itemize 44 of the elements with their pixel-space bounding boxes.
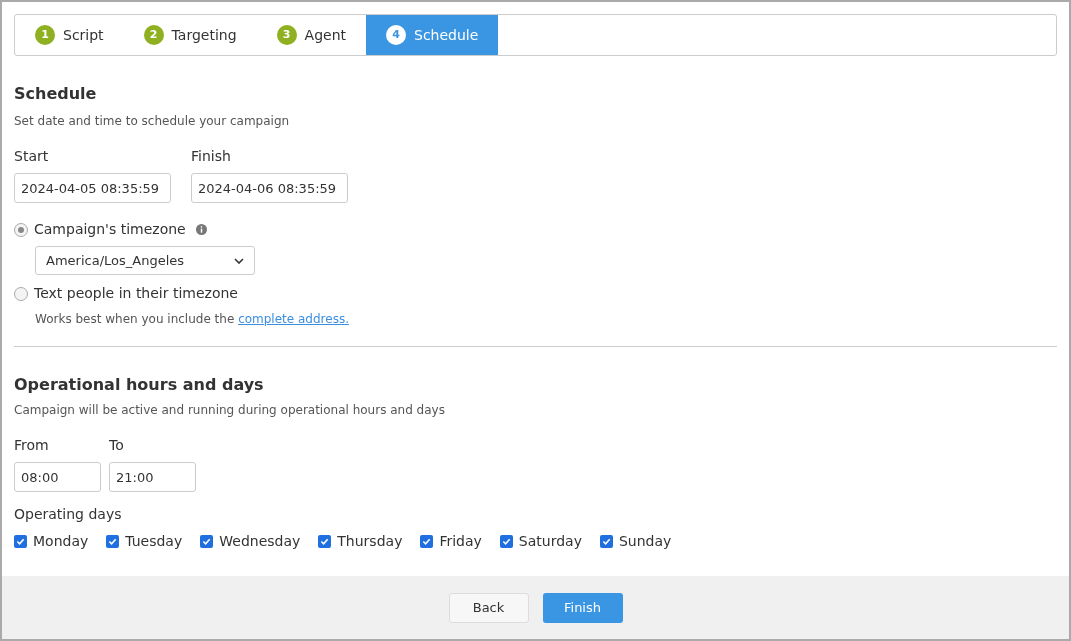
checkbox[interactable] xyxy=(318,535,332,548)
checkbox[interactable] xyxy=(599,535,613,548)
checkbox[interactable] xyxy=(200,535,214,548)
field-label: To xyxy=(109,436,125,455)
checkbox[interactable] xyxy=(420,535,434,548)
checkbox-label: Monday xyxy=(33,532,89,551)
checkbox-label: Sunday xyxy=(618,532,672,551)
step-number-badge: 1 xyxy=(35,25,55,45)
step-number-badge: 2 xyxy=(143,25,164,45)
input-field[interactable]: 21:00 xyxy=(109,462,196,492)
input-field[interactable]: 2024-04-05 08:35:59 xyxy=(14,173,171,203)
step-tab[interactable]: 2 Targeting xyxy=(123,15,257,55)
input-field[interactable]: 2024-04-06 08:35:59 xyxy=(191,173,348,203)
checkbox[interactable] xyxy=(106,535,120,548)
section-subtitle: Campaign will be active and running during operational hours and days xyxy=(14,402,446,419)
checkbox-label: Thursday xyxy=(337,532,403,551)
radio-label: Text people in their timezone xyxy=(34,284,238,303)
field-label: From xyxy=(14,436,50,455)
checkbox-label: Wednesday xyxy=(219,532,301,551)
chevron-down-icon xyxy=(234,257,244,264)
section-title: Schedule xyxy=(14,83,98,105)
checkbox[interactable] xyxy=(499,535,513,548)
step-number-badge: 4 xyxy=(386,25,407,45)
field-label: Start xyxy=(14,147,50,166)
step-tab[interactable]: 1 Script xyxy=(15,15,124,55)
complete-address-link[interactable]: complete address. xyxy=(238,312,349,326)
info-icon[interactable] xyxy=(195,224,207,235)
checkbox-label: Friday xyxy=(439,532,482,551)
input-field[interactable]: 08:00 xyxy=(14,462,101,492)
section-title: Operational hours and days xyxy=(14,374,265,396)
radio-label: Campaign's timezone xyxy=(34,220,186,239)
radio-button[interactable] xyxy=(14,222,28,237)
back-button[interactable]: Back xyxy=(448,592,529,623)
hint-text: Works best when you include the complete address. xyxy=(35,311,350,328)
radio-button[interactable] xyxy=(14,286,28,301)
checkbox[interactable] xyxy=(14,535,27,548)
timezone-select[interactable]: America/Los_Angeles xyxy=(35,246,255,275)
step-tab[interactable]: 3 Agent xyxy=(256,15,367,55)
step-number-badge: 3 xyxy=(276,25,297,45)
field-label: Finish xyxy=(191,147,232,166)
checkbox-label: Tuesday xyxy=(125,532,183,551)
checkbox-label: Saturday xyxy=(518,532,582,551)
days-label: Operating days xyxy=(14,505,123,524)
section-subtitle: Set date and time to schedule your campaign xyxy=(14,113,291,130)
